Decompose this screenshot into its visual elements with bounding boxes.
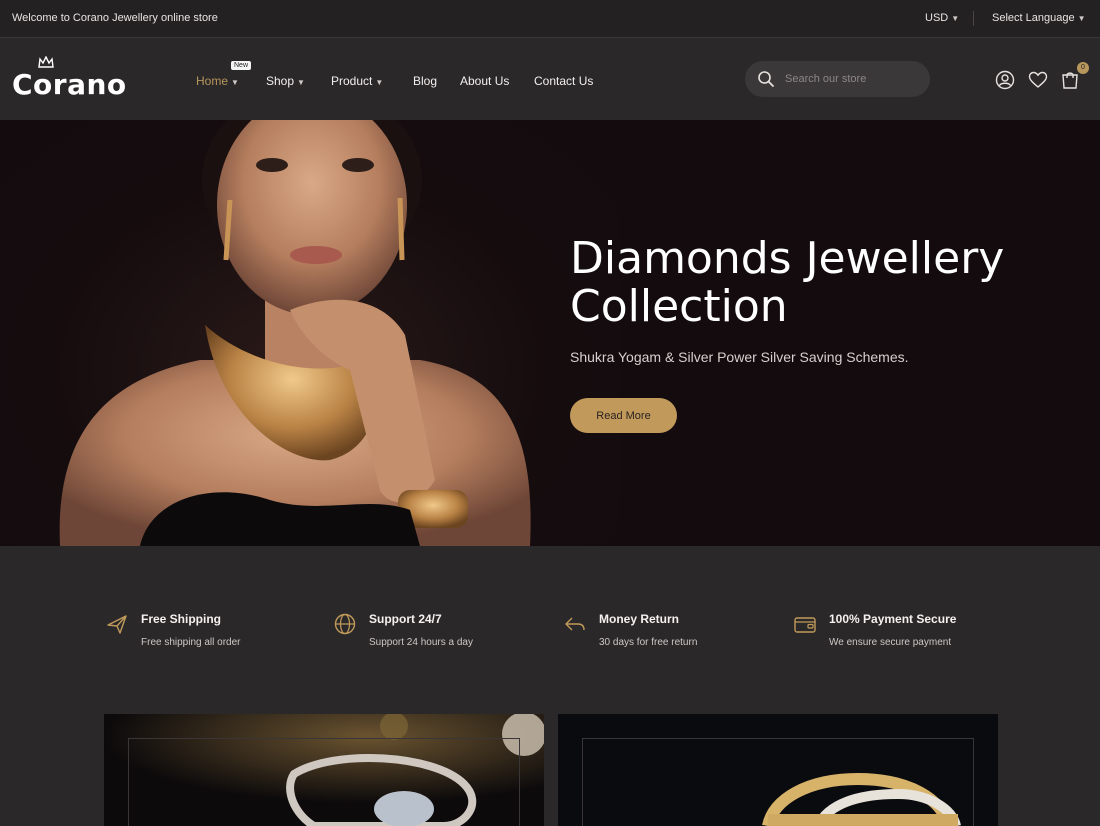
chevron-down-icon: ▼	[1077, 14, 1086, 23]
search-bar	[745, 61, 930, 97]
nav-shop-label: Shop	[266, 74, 295, 88]
chevron-down-icon: ▼	[297, 78, 305, 87]
welcome-text: Welcome to Corano Jewellery online store	[12, 12, 218, 24]
logo[interactable]: Corano	[12, 56, 127, 101]
cart-icon[interactable]	[1060, 70, 1080, 90]
feature-desc: Support 24 hours a day	[369, 637, 473, 648]
nav-home-label: Home	[196, 74, 229, 88]
promo-banner-left[interactable]	[104, 714, 544, 826]
search-input[interactable]	[785, 71, 920, 87]
nav-shop[interactable]: Shop ▼	[266, 74, 305, 88]
currency-label: USD	[925, 12, 949, 24]
main-header: Corano Home ▼ New Shop ▼ Product ▼ Blog Abo…	[0, 39, 1100, 120]
banner-frame	[128, 738, 520, 826]
heart-icon[interactable]	[1028, 70, 1048, 90]
plane-icon	[107, 615, 127, 634]
promo-banner-right[interactable]	[558, 714, 998, 826]
divider	[973, 11, 974, 26]
hero-subtitle: Shukra Yogam & Silver Power Silver Savin…	[570, 349, 909, 365]
return-icon	[565, 617, 585, 631]
wallet-icon	[794, 617, 816, 633]
feature-title: 100% Payment Secure	[829, 612, 957, 626]
crown-icon	[38, 56, 54, 68]
features-strip: Free Shipping Free shipping all order Su…	[0, 546, 1100, 714]
hero-model-image	[59, 120, 531, 546]
banner-frame	[582, 738, 974, 826]
chevron-down-icon: ▼	[231, 78, 239, 87]
currency-selector[interactable]: USD ▼	[925, 12, 959, 24]
nav-home[interactable]: Home ▼	[196, 74, 239, 88]
feature-desc: Free shipping all order	[141, 637, 241, 648]
hero-title-line1: Diamonds Jewellery	[570, 233, 1005, 284]
globe-icon	[334, 613, 356, 635]
nav-blog[interactable]: Blog	[413, 74, 437, 88]
user-icon[interactable]	[995, 70, 1015, 90]
cart-count-badge: 0	[1077, 62, 1089, 74]
chevron-down-icon: ▼	[375, 78, 384, 87]
chevron-down-icon: ▼	[951, 14, 960, 23]
hero-title: Diamonds Jewellery Collection	[570, 235, 1090, 331]
hero-banner: Diamonds Jewellery Collection Shukra Yog…	[0, 120, 1100, 546]
language-selector[interactable]: Select Language ▼	[992, 12, 1086, 24]
nav-about-us[interactable]: About Us	[460, 74, 509, 88]
logo-text: Corano	[12, 68, 127, 101]
language-label: Select Language	[992, 12, 1075, 24]
search-icon[interactable]	[757, 70, 775, 88]
feature-title: Support 24/7	[369, 612, 442, 626]
new-badge: New	[231, 61, 252, 70]
feature-desc: We ensure secure payment	[829, 637, 952, 648]
nav-product-label: Product	[331, 74, 373, 88]
nav-contact-us[interactable]: Contact Us	[534, 74, 593, 88]
top-bar: Welcome to Corano Jewellery online store…	[0, 0, 1100, 38]
hero-title-line2: Collection	[570, 281, 788, 332]
feature-title: Free Shipping	[141, 612, 222, 626]
feature-desc: 30 days for free return	[599, 637, 698, 648]
nav-product[interactable]: Product ▼	[331, 74, 383, 88]
read-more-button[interactable]: Read More	[570, 398, 677, 433]
feature-title: Money Return	[599, 612, 680, 626]
